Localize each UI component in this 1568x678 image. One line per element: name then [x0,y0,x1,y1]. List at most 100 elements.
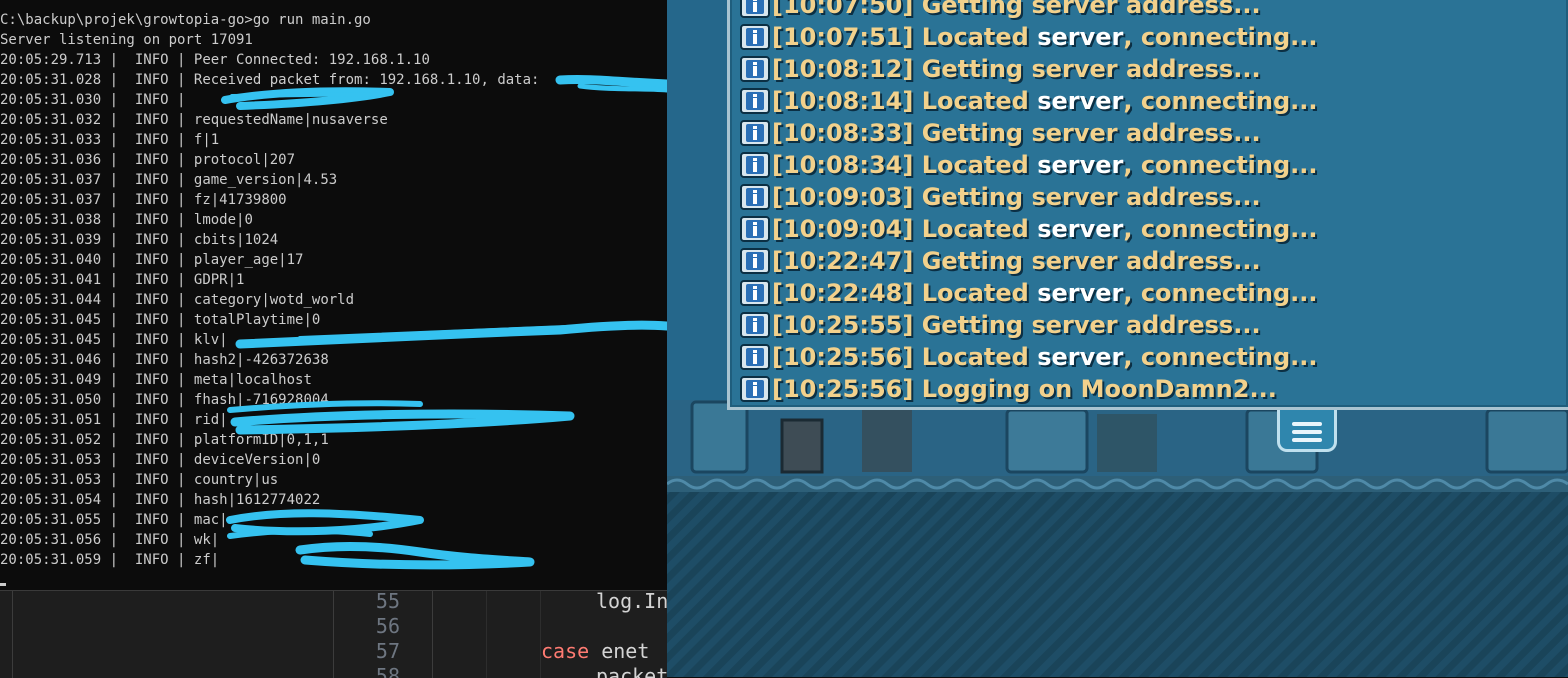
terminal-log-line: 20:05:31.032 | INFO | requestedName|nusa… [0,112,388,128]
terminal-log-line: 20:05:31.030 | INFO | [0,92,194,108]
log-timestamp: 20:05:31.041 [0,272,102,288]
console-message: Getting server address... [921,119,1261,147]
log-level: INFO [134,352,169,368]
log-level: INFO [134,312,169,328]
log-level: INFO [134,472,169,488]
log-message: klv| [193,332,228,348]
editor-divider-code [432,591,433,678]
log-message: GDPR|1 [193,272,245,288]
redaction-scribble-1b [577,83,667,93]
log-timestamp: 20:05:31.039 [0,232,102,248]
console-line: [10:08:14] Located server, connecting... [740,85,1318,117]
terminal-log-line: 20:05:31.036 | INFO | protocol|207 [0,152,296,168]
code-editor[interactable]: 55 log.In 56 57 case enet 58 packet [0,590,667,678]
log-timestamp: 20:05:31.037 [0,192,102,208]
log-level: INFO [134,332,169,348]
log-level: INFO [134,172,169,188]
log-message: wk| [193,532,220,548]
terminal-log-line: 20:05:31.052 | INFO | platformID|0,1,1 [0,432,329,448]
console-timestamp: [10:08:14] [772,87,914,115]
log-message: Peer Connected: 192.168.1.10 [193,52,430,68]
log-message: country|us [193,472,279,488]
console-line: [10:22:48] Located server, connecting... [740,277,1318,309]
console-timestamp: [10:08:33] [772,119,914,147]
redaction-scribble-4b [230,409,575,435]
log-timestamp: 20:05:31.055 [0,512,102,528]
console-timestamp: [10:25:56] [772,375,914,403]
log-message: protocol|207 [193,152,296,168]
terminal-log-line: 20:05:31.054 | INFO | hash|1612774022 [0,492,321,508]
console-line: [10:25:55] Getting server address... [740,309,1261,341]
terminal-log-line: 20:05:31.045 | INFO | klv| [0,332,228,348]
terminal-log-line: 20:05:31.059 | INFO | zf| [0,552,220,568]
log-message: hash|1612774022 [193,492,321,508]
console-message: , connecting... [1123,343,1318,371]
terminal-log-line: 20:05:31.039 | INFO | cbits|1024 [0,232,279,248]
log-level: INFO [134,132,169,148]
editor-code-line[interactable]: case enet [541,639,649,664]
log-message: f|1 [193,132,220,148]
log-message: fhash|-716928004 [193,392,329,408]
log-level: INFO [134,212,169,228]
log-level: INFO [134,232,169,248]
terminal-log-line: 20:05:31.044 | INFO | category|wotd_worl… [0,292,355,308]
log-message: requestedName|nusaverse [193,112,388,128]
console-message: Getting server address... [921,247,1261,275]
log-level: INFO [134,372,169,388]
game-window[interactable]: [10:07:50] Getting server address... [10:… [667,0,1568,677]
log-message: totalPlaytime|0 [193,312,321,328]
log-timestamp: 20:05:31.050 [0,392,102,408]
terminal-log-line: 20:05:31.033 | INFO | f|1 [0,132,220,148]
editor-line-number: 56 [375,614,400,638]
editor-code-line[interactable]: packet [596,664,667,678]
terminal-log-line: 20:05:31.028 | INFO | Received packet fr… [0,72,548,88]
console-timestamp: [10:07:50] [772,0,914,19]
console-timestamp: [10:07:51] [772,23,914,51]
redaction-scribble-5 [226,509,424,536]
info-icon [740,216,770,242]
console-line: [10:07:51] Located server, connecting... [740,21,1318,53]
log-message: rid| [193,412,228,428]
console-message-highlight: server [1037,87,1124,115]
console-timestamp: [10:08:34] [772,151,914,179]
editor-code-line[interactable]: log.In [596,591,667,614]
log-level: INFO [134,452,169,468]
chat-console[interactable]: [10:07:50] Getting server address... [10:… [727,0,1568,410]
log-message: deviceVersion|0 [193,452,321,468]
log-level: INFO [134,512,169,528]
log-message: platformID|0,1,1 [193,432,329,448]
log-timestamp: 20:05:31.046 [0,352,102,368]
console-message: Getting server address... [921,183,1261,211]
terminal-log-line: 20:05:31.056 | INFO | wk| [0,532,220,548]
log-message: hash2|-426372638 [193,352,329,368]
console-line: [10:25:56] Logging on MoonDamn2... [740,373,1277,405]
log-message: lmode|0 [193,212,253,228]
info-icon [740,24,770,50]
console-line: [10:22:47] Getting server address... [740,245,1261,277]
editor-line-number: 57 [375,639,400,663]
terminal-log-line: 20:05:31.049 | INFO | meta|localhost [0,372,312,388]
terminal-log-line: 20:05:31.050 | INFO | fhash|-716928004 [0,392,329,408]
log-level: INFO [134,52,169,68]
redaction-scribble-5b [227,527,373,539]
console-line: [10:09:03] Getting server address... [740,181,1261,213]
terminal-window[interactable]: C:\backup\projek\growtopia-go>go run mai… [0,0,667,590]
log-message: mac| [193,512,228,528]
editor-divider-left [12,591,13,678]
console-message-highlight: server [1037,23,1124,51]
console-message-highlight: server [1037,215,1124,243]
menu-button[interactable] [1277,410,1337,452]
log-level: INFO [134,432,169,448]
log-level: INFO [134,392,169,408]
log-timestamp: 20:05:31.036 [0,152,102,168]
terminal-log-line: 20:05:31.037 | INFO | fz|41739800 [0,192,287,208]
console-timestamp: [10:08:12] [772,55,914,83]
console-message: , connecting... [1123,151,1318,179]
terminal-log-line: 20:05:29.713 | INFO | Peer Connected: 19… [0,52,430,68]
terminal-log-line: 20:05:31.053 | INFO | deviceVersion|0 [0,452,321,468]
console-message: Getting server address... [921,311,1261,339]
log-message: fz|41739800 [193,192,287,208]
console-message: , connecting... [1123,23,1318,51]
log-level: INFO [134,412,169,428]
redaction-scribble-1 [555,74,667,89]
